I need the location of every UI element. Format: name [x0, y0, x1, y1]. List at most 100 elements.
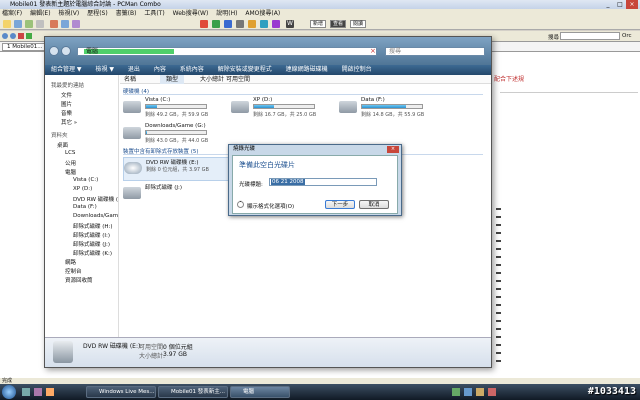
drive-data[interactable]: Data (F:) 剩餘 14.8 GB，共 55.9 GB — [339, 97, 429, 121]
next-button[interactable]: 下一步 — [325, 200, 355, 209]
addon-icon[interactable] — [212, 20, 220, 28]
address-text: 電腦 — [86, 48, 99, 55]
addon-icon[interactable] — [272, 20, 280, 28]
menu-item[interactable]: Web搜尋(W) — [173, 10, 209, 17]
tree-item[interactable]: 桌面 — [57, 141, 68, 149]
nav-item-documents[interactable]: 文件 — [61, 91, 72, 99]
menu-item[interactable]: 歷程(S) — [87, 10, 108, 17]
maximize-icon[interactable]: □ — [614, 0, 626, 9]
new-icon[interactable] — [3, 20, 11, 28]
minimize-icon[interactable]: _ — [602, 0, 614, 9]
column-total[interactable]: 大小總計 — [200, 75, 224, 84]
disc-title-input[interactable]: 06 21 2008 — [269, 178, 377, 186]
command-map-drive[interactable]: 連線網路磁碟機 — [286, 66, 328, 73]
tree-item[interactable]: 卸除式磁碟 (K:) — [73, 249, 112, 257]
tray-icon[interactable] — [488, 388, 496, 396]
tree-item[interactable]: 控制台 — [65, 267, 82, 275]
addon-icon[interactable] — [260, 20, 268, 28]
back-icon[interactable] — [2, 33, 8, 39]
tree-item[interactable]: Downloads/Gam — [73, 213, 118, 219]
tray-icon[interactable] — [476, 388, 484, 396]
tree-item[interactable]: 卸除式磁碟 (I:) — [73, 231, 110, 239]
menu-item[interactable]: 工具(T) — [144, 10, 164, 17]
tree-item[interactable]: 公用 — [65, 159, 76, 167]
format-options-link[interactable]: 顯示格式化選項(O) — [247, 202, 294, 210]
quicklaunch-icon[interactable] — [46, 388, 54, 396]
tree-item[interactable]: 資源回收筒 — [65, 276, 93, 284]
tree-item[interactable]: Data (F:) — [73, 204, 97, 210]
tray-icon[interactable] — [452, 388, 460, 396]
menu-item[interactable]: AMO搜尋(A) — [245, 10, 280, 17]
search-input[interactable]: 搜尋 — [385, 47, 485, 56]
stop-icon[interactable] — [18, 33, 24, 39]
command-system[interactable]: 系統內容 — [180, 66, 204, 73]
tree-item[interactable]: 電腦 — [65, 168, 76, 176]
drive-dvd[interactable]: DVD RW 磁碟機 (E:) 剩餘 0 位元組，共 3.97 GB — [123, 157, 233, 181]
forward-icon[interactable] — [10, 33, 16, 39]
paste-icon[interactable] — [61, 20, 69, 28]
addon-icon[interactable] — [200, 20, 208, 28]
tree-item[interactable]: 卸除式磁碟 (J:) — [73, 240, 110, 248]
nav-item-music[interactable]: 音樂 — [61, 109, 72, 117]
quicklaunch-icon[interactable] — [22, 388, 30, 396]
close-icon[interactable]: × — [626, 0, 638, 9]
toolbar-button-view[interactable]: 查看 — [330, 20, 347, 28]
drive-removable-j[interactable]: 卸除式磁碟 (J:) — [123, 183, 213, 207]
taskbar-item-messenger[interactable]: Windows Live Mes... — [86, 386, 156, 398]
close-icon[interactable]: × — [387, 146, 399, 153]
menu-item[interactable]: 檔案(F) — [2, 10, 22, 17]
menu-item[interactable]: 書籤(B) — [116, 10, 137, 17]
dialog-heading: 準備此空白光碟片 — [239, 161, 295, 169]
quicklaunch-icon[interactable] — [34, 388, 42, 396]
tree-item[interactable]: XP (D:) — [73, 186, 92, 192]
tree-item[interactable]: LCS — [65, 150, 75, 156]
nav-item-pictures[interactable]: 圖片 — [61, 100, 72, 108]
tray-icon[interactable] — [464, 388, 472, 396]
command-eject[interactable]: 退出 — [128, 66, 140, 73]
command-uninstall[interactable]: 解除安裝或變更程式 — [218, 66, 272, 73]
menu-item[interactable]: 編輯(E) — [30, 10, 50, 17]
open-icon[interactable] — [14, 20, 22, 28]
reload-icon[interactable] — [26, 33, 32, 39]
command-view[interactable]: 檢視 ▼ — [95, 66, 114, 73]
tree-item[interactable]: DVD RW 磁碟機 ( — [73, 195, 118, 203]
start-button[interactable] — [2, 385, 16, 399]
taskbar-item-pcman[interactable]: Mobile01 發表新主... — [158, 386, 228, 398]
toolbar-button-new[interactable]: 新增 — [310, 20, 327, 28]
column-name[interactable]: 名稱 — [124, 75, 136, 84]
tree-item[interactable]: 網路 — [65, 258, 76, 266]
wikipedia-icon[interactable]: W — [286, 20, 294, 28]
back-icon[interactable] — [49, 46, 59, 56]
drive-xp[interactable]: XP (D:) 剩餘 16.7 GB，共 25.0 GB — [231, 97, 321, 121]
copy-icon[interactable] — [50, 20, 58, 28]
column-free[interactable]: 可用空間 — [226, 75, 250, 84]
chevron-down-icon[interactable]: ˅ — [237, 201, 244, 208]
cancel-button[interactable]: 取消 — [359, 200, 389, 209]
search-engine[interactable]: Orc — [622, 33, 632, 39]
print-icon[interactable] — [36, 20, 44, 28]
command-control-panel[interactable]: 開啟控制台 — [342, 66, 372, 73]
address-input[interactable]: 電腦 — [77, 47, 377, 56]
search-input[interactable] — [560, 32, 620, 40]
addon-icon[interactable] — [248, 20, 256, 28]
command-organize[interactable]: 組合管理 ▼ — [51, 66, 82, 73]
tree-item[interactable]: Vista (C:) — [73, 177, 98, 183]
menu-item[interactable]: 檢視(V) — [58, 10, 79, 17]
command-properties[interactable]: 內容 — [154, 66, 166, 73]
column-type[interactable]: 類型 — [160, 75, 185, 84]
folders-header[interactable]: 資料夾 — [51, 131, 68, 139]
menu-item[interactable]: 說明(H) — [216, 10, 237, 17]
addon-icon[interactable] — [236, 20, 244, 28]
tab-mobile01[interactable]: 1 Mobile01... — [2, 43, 48, 51]
taskbar-item-computer[interactable]: 電腦 — [230, 386, 290, 398]
drive-vista[interactable]: Vista (C:) 剩餘 49.2 GB，共 59.9 GB — [123, 97, 213, 121]
tree-item[interactable]: 卸除式磁碟 (H:) — [73, 222, 113, 230]
drive-downloads[interactable]: Downloads/Game (G:) 剩餘 43.0 GB，共 44.0 GB — [123, 123, 213, 147]
close-icon[interactable]: × — [370, 47, 376, 55]
forward-icon[interactable] — [61, 46, 71, 56]
addon-icon[interactable] — [224, 20, 232, 28]
nav-item-more[interactable]: 其它 » — [61, 118, 77, 126]
find-icon[interactable] — [72, 20, 80, 28]
save-icon[interactable] — [25, 20, 33, 28]
toolbar-button-read[interactable]: 閱讀 — [350, 20, 367, 28]
